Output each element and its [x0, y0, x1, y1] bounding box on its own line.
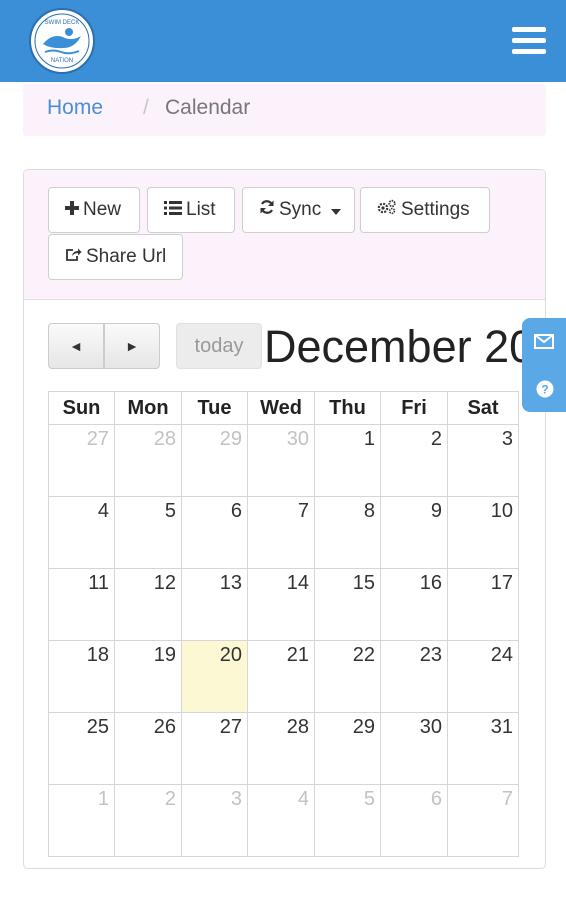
day-cell[interactable]: 15	[314, 568, 381, 641]
day-cell[interactable]: 1	[314, 424, 381, 497]
refresh-icon	[259, 188, 275, 232]
next-month-button[interactable]: ►	[104, 323, 160, 369]
day-cell[interactable]: 28	[247, 712, 315, 785]
day-cell[interactable]: 2	[380, 424, 448, 497]
new-button[interactable]: New	[48, 187, 140, 233]
day-cell[interactable]: 24	[447, 640, 519, 713]
day-cell[interactable]: 9	[380, 496, 448, 569]
navbar: SWIM DECK NATION	[0, 0, 566, 82]
today-button[interactable]: today	[176, 323, 262, 369]
day-cell[interactable]: 2	[114, 784, 182, 857]
day-cell[interactable]: 30	[380, 712, 448, 785]
breadcrumb-home-link[interactable]: Home	[47, 84, 103, 132]
day-cell[interactable]: 4	[247, 784, 315, 857]
day-cell[interactable]: 27	[48, 424, 115, 497]
day-cell[interactable]: 23	[380, 640, 448, 713]
day-cell[interactable]: 29	[314, 712, 381, 785]
week-row: 18 19 20 21 22 23 24	[48, 640, 519, 713]
day-cell[interactable]: 3	[181, 784, 248, 857]
week-row: 4 5 6 7 8 9 10	[48, 496, 519, 569]
share-url-button[interactable]: Share Url	[48, 234, 183, 280]
day-cell[interactable]: 19	[114, 640, 182, 713]
day-cell[interactable]: 17	[447, 568, 519, 641]
breadcrumb-current: Calendar	[165, 96, 251, 119]
prev-arrow-icon: ◄	[69, 338, 83, 354]
weekday-header: Thu	[314, 391, 381, 425]
settings-button-label: Settings	[401, 199, 470, 220]
gears-icon	[377, 188, 397, 232]
day-cell[interactable]: 13	[181, 568, 248, 641]
calendar-title: December 201	[264, 321, 560, 372]
day-cell[interactable]: 5	[314, 784, 381, 857]
prev-month-button[interactable]: ◄	[48, 323, 104, 369]
today-day-cell[interactable]: 20	[181, 640, 248, 713]
month-grid: Sun Mon Tue Wed Thu Fri Sat 27 28 29 30 …	[48, 391, 519, 857]
svg-text:SWIM DECK: SWIM DECK	[45, 20, 80, 26]
day-cell[interactable]: 18	[48, 640, 115, 713]
share-url-button-label: Share Url	[86, 246, 167, 267]
day-cell[interactable]: 11	[48, 568, 115, 641]
week-row: 11 12 13 14 15 16 17	[48, 568, 519, 641]
day-cell[interactable]: 6	[380, 784, 448, 857]
week-row: 25 26 27 28 29 30 31	[48, 712, 519, 785]
side-feedback-tab[interactable]: ?	[522, 318, 566, 412]
day-cell[interactable]: 7	[247, 496, 315, 569]
breadcrumb-separator: /	[143, 96, 149, 119]
plus-icon	[65, 188, 79, 232]
day-cell[interactable]: 28	[114, 424, 182, 497]
day-cell[interactable]: 10	[447, 496, 519, 569]
caret-down-icon	[330, 188, 341, 232]
weekday-header: Wed	[247, 391, 315, 425]
question-circle-icon[interactable]: ?	[536, 380, 554, 403]
day-cell[interactable]: 29	[181, 424, 248, 497]
day-cell[interactable]: 5	[114, 496, 182, 569]
sync-button-label: Sync	[279, 199, 322, 220]
day-cell[interactable]: 16	[380, 568, 448, 641]
day-cell[interactable]: 8	[314, 496, 381, 569]
share-icon	[65, 235, 82, 279]
week-row: 27 28 29 30 1 2 3	[48, 424, 519, 497]
day-cell[interactable]: 6	[181, 496, 248, 569]
day-cell[interactable]: 30	[247, 424, 315, 497]
sync-button[interactable]: Sync	[242, 187, 355, 233]
list-button-label: List	[186, 199, 216, 220]
day-cell[interactable]: 4	[48, 496, 115, 569]
weekday-header-row: Sun Mon Tue Wed Thu Fri Sat	[48, 391, 519, 425]
weekday-header: Mon	[114, 391, 182, 425]
swim-nation-logo[interactable]: SWIM DECK NATION	[29, 8, 95, 74]
next-arrow-icon: ►	[125, 338, 139, 354]
day-cell[interactable]: 21	[247, 640, 315, 713]
settings-button[interactable]: Settings	[360, 187, 490, 233]
day-cell[interactable]: 27	[181, 712, 248, 785]
day-cell[interactable]: 26	[114, 712, 182, 785]
week-row: 1 2 3 4 5 6 7	[48, 784, 519, 857]
list-button[interactable]: List	[147, 187, 235, 233]
day-cell[interactable]: 14	[247, 568, 315, 641]
day-cell[interactable]: 12	[114, 568, 182, 641]
day-cell[interactable]: 3	[447, 424, 519, 497]
day-cell[interactable]: 1	[48, 784, 115, 857]
day-cell[interactable]: 31	[447, 712, 519, 785]
weekday-header: Fri	[380, 391, 448, 425]
svg-text:?: ?	[541, 383, 548, 397]
day-cell[interactable]: 25	[48, 712, 115, 785]
breadcrumb: Home / Calendar	[23, 84, 546, 136]
envelope-icon[interactable]	[534, 334, 554, 354]
svg-text:NATION: NATION	[51, 58, 73, 64]
list-icon	[164, 188, 182, 232]
day-cell[interactable]: 7	[447, 784, 519, 857]
day-cell[interactable]: 22	[314, 640, 381, 713]
menu-hamburger-icon[interactable]	[512, 27, 546, 55]
weekday-header: Tue	[181, 391, 248, 425]
weekday-header: Sun	[48, 391, 115, 425]
weekday-header: Sat	[447, 391, 519, 425]
new-button-label: New	[83, 199, 122, 220]
